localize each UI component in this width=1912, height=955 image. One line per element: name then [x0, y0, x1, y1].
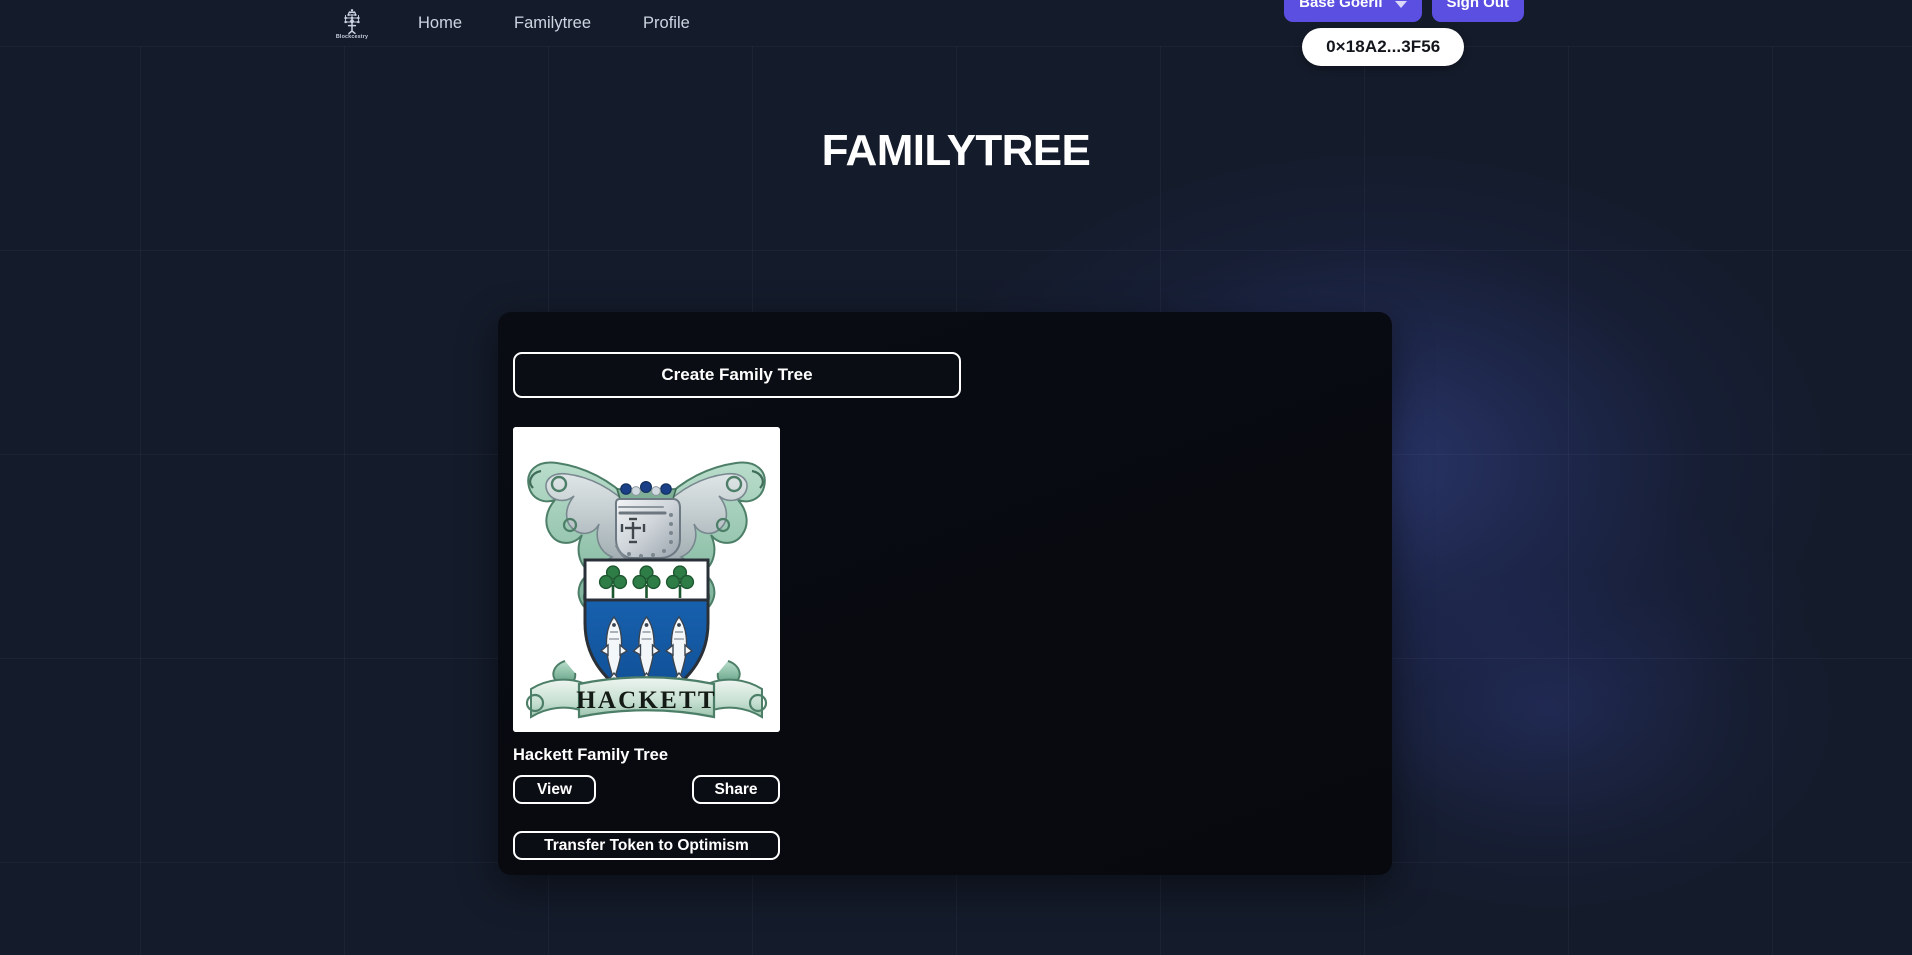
transfer-token-to-optimism-button[interactable]: Transfer Token to Optimism	[513, 831, 780, 860]
nav-left-group: Blockcestry Home Familytree Profile	[330, 0, 690, 46]
hackett-coat-of-arms[interactable]: HACKETT	[513, 427, 780, 732]
page-title: FAMILYTREE	[821, 126, 1091, 175]
nav-link-home[interactable]: Home	[418, 0, 462, 46]
chevron-down-icon	[1394, 0, 1407, 8]
create-family-tree-button[interactable]: Create Family Tree	[513, 352, 961, 398]
wallet-buttons-row: Base Goerli Sign Out	[1284, 0, 1524, 22]
family-tree-name: Hackett Family Tree	[513, 746, 668, 764]
view-button[interactable]: View	[513, 775, 596, 804]
brand-logo[interactable]: Blockcestry	[330, 1, 374, 45]
network-selector-button[interactable]: Base Goerli	[1284, 0, 1422, 22]
family-tree-actions: View Share	[513, 775, 780, 804]
sign-out-label: Sign Out	[1446, 0, 1510, 11]
wallet-address-pill[interactable]: 0×18A2...3F56	[1302, 28, 1465, 66]
svg-text:HACKETT: HACKETT	[576, 687, 716, 714]
transfer-label: Transfer Token to Optimism	[544, 836, 749, 854]
top-navigation-bar: Blockcestry Home Familytree Profile	[0, 0, 1912, 46]
network-label: Base Goerli	[1299, 0, 1383, 11]
family-tree-icon	[337, 6, 367, 34]
family-tree-panel: Create Family Tree HACKETT Hackett Famil…	[498, 312, 1392, 875]
share-button[interactable]: Share	[692, 775, 780, 804]
share-label: Share	[714, 780, 758, 798]
nav-link-familytree[interactable]: Familytree	[514, 0, 591, 46]
sign-out-button[interactable]: Sign Out	[1431, 0, 1524, 22]
wallet-cluster: Base Goerli Sign Out 0×18A2...3F56	[1284, 0, 1524, 66]
family-tree-list-item: HACKETT Hackett Family Tree View Share T…	[513, 427, 780, 860]
nav-link-profile[interactable]: Profile	[643, 0, 690, 46]
view-label: View	[536, 780, 573, 798]
create-family-tree-label: Create Family Tree	[661, 365, 813, 384]
brand-wordmark: Blockcestry	[335, 33, 369, 40]
